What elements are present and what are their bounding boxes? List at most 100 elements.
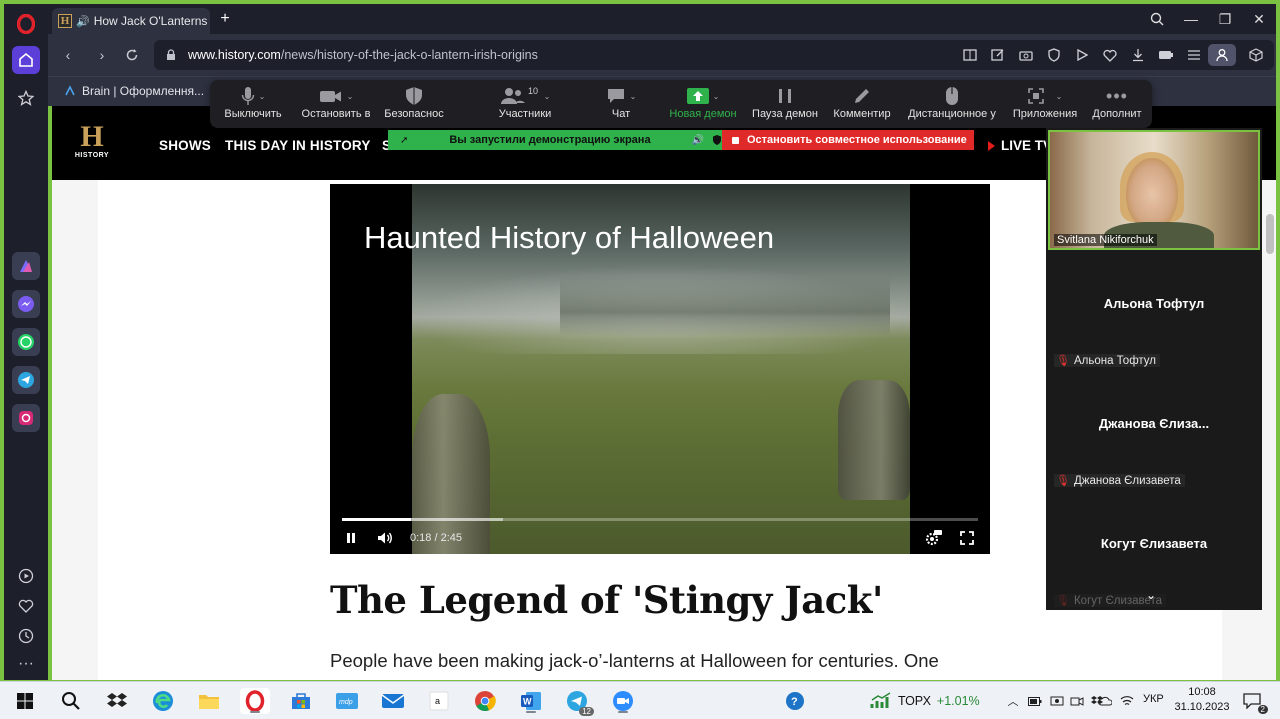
bookmark-item[interactable]: Brain | Оформлення...: [64, 84, 204, 98]
restore-icon[interactable]: ❐: [1208, 4, 1242, 34]
stop-video-button[interactable]: ⌄ Остановить в: [298, 84, 374, 126]
browser-tab[interactable]: H 🔊 How Jack O'Lanterns: [52, 8, 210, 34]
more-button[interactable]: ••• Дополнит: [1086, 84, 1148, 126]
language-indicator[interactable]: УКР: [1143, 693, 1164, 705]
new-tab-icon[interactable]: +: [216, 10, 234, 28]
system-clock[interactable]: 10:08 31.10.2023: [1174, 685, 1230, 715]
participant-video-tile[interactable]: Svitlana Nikiforchuk: [1048, 130, 1260, 250]
windows-start-icon[interactable]: [12, 688, 38, 714]
dropbox-icon[interactable]: [104, 688, 130, 714]
search-icon[interactable]: [58, 688, 84, 714]
annotate-button[interactable]: Комментир: [830, 84, 894, 126]
stock-widget[interactable]: ТОРХ +1.01%: [870, 692, 980, 710]
caret-down-icon[interactable]: ⌄: [713, 92, 720, 101]
telegram-icon[interactable]: [12, 366, 40, 394]
forward-icon[interactable]: ›: [92, 45, 112, 65]
amazon-icon[interactable]: a: [426, 688, 452, 714]
audio-share-icon[interactable]: 🔊: [692, 135, 704, 146]
screen-sharing-banner[interactable]: ➚ Вы запустили демонстрацию экрана 🔊: [388, 130, 722, 150]
more-dots-icon[interactable]: ···: [12, 650, 40, 678]
easy-setup-icon[interactable]: [1180, 44, 1208, 66]
play-icon[interactable]: [1068, 44, 1096, 66]
close-icon[interactable]: ✕: [1242, 4, 1276, 34]
opera-taskbar-icon[interactable]: [240, 688, 270, 714]
volume-icon[interactable]: [376, 529, 394, 547]
participant-tile[interactable]: Альона Тофтул 🎙 Альона Тофтул: [1048, 252, 1260, 368]
chrome-icon[interactable]: [472, 688, 498, 714]
caret-down-icon[interactable]: ⌄: [347, 92, 354, 101]
back-icon[interactable]: ‹: [58, 45, 78, 65]
opera-logo-icon[interactable]: [12, 10, 40, 38]
heart-icon[interactable]: [12, 592, 40, 620]
fullscreen-icon[interactable]: [958, 529, 976, 547]
speaker-icon[interactable]: 🔊: [76, 15, 90, 28]
camera-tray-icon[interactable]: [1070, 694, 1084, 708]
home-icon[interactable]: [12, 46, 40, 74]
nav-shows[interactable]: SHOWS: [159, 138, 211, 153]
stop-share-button[interactable]: Остановить совместное использование: [722, 130, 974, 150]
live-tv-link[interactable]: LIVE TV: [988, 138, 1052, 153]
pause-share-button[interactable]: Пауза демон: [750, 84, 820, 126]
zoom-icon[interactable]: [610, 688, 636, 714]
chart-up-icon: [870, 692, 891, 708]
whatsapp-icon[interactable]: [12, 328, 40, 356]
help-icon[interactable]: ?: [782, 688, 808, 714]
camera-icon[interactable]: [1012, 44, 1040, 66]
participant-display-name: Когут Єлизавета: [1100, 536, 1208, 551]
video-controls: 0:18 / 2:45: [330, 526, 990, 550]
mail-icon[interactable]: [380, 688, 406, 714]
apps-button[interactable]: ⌄ Приложения: [1008, 84, 1082, 126]
video-progress-bar[interactable]: [342, 518, 978, 521]
participants-button[interactable]: ⌄ Участники 10: [482, 84, 568, 126]
bookmark-heart-icon[interactable]: [1096, 44, 1124, 66]
word-icon[interactable]: W: [518, 688, 544, 714]
reload-icon[interactable]: [122, 45, 142, 65]
profile-icon[interactable]: [1208, 44, 1236, 66]
mute-button[interactable]: ⌄ Выключить: [220, 84, 286, 126]
caret-down-icon[interactable]: ⌄: [544, 92, 551, 101]
edge-icon[interactable]: [150, 688, 176, 714]
nav-this-day[interactable]: THIS DAY IN HISTORY: [225, 138, 371, 153]
address-bar[interactable]: www.history.com/news/history-of-the-jack…: [154, 40, 1274, 70]
new-share-button[interactable]: ⌄ Новая демон: [666, 84, 740, 126]
caret-down-icon[interactable]: ⌄: [1056, 92, 1063, 101]
download-icon[interactable]: [1124, 44, 1152, 66]
messenger-icon[interactable]: [12, 290, 40, 318]
pause-icon[interactable]: [342, 529, 360, 547]
security-shield-icon[interactable]: [712, 134, 722, 146]
scroll-down-chevron-icon[interactable]: ⌄: [1146, 588, 1156, 602]
notifications-icon[interactable]: 2: [1242, 693, 1268, 714]
battery-icon[interactable]: [1152, 44, 1180, 66]
reader-icon[interactable]: [956, 44, 984, 66]
settings-gear-hd-icon[interactable]: [924, 529, 942, 547]
edit-icon[interactable]: [984, 44, 1012, 66]
history-icon[interactable]: [12, 622, 40, 650]
search-tabs-icon[interactable]: [1140, 4, 1174, 34]
meet-now-icon[interactable]: [1050, 694, 1064, 708]
remote-control-button[interactable]: Дистанционное у: [904, 84, 1000, 126]
vpn-shield-icon[interactable]: [1040, 44, 1068, 66]
page-scrollbar[interactable]: [1266, 214, 1274, 254]
onedrive-icon[interactable]: [1098, 694, 1112, 708]
history-logo[interactable]: H HISTORY: [74, 122, 110, 166]
caret-down-icon[interactable]: ⌄: [259, 92, 266, 101]
star-icon[interactable]: [12, 84, 40, 112]
participant-tile[interactable]: Джанова Єлиза... 🎙 Джанова Єлизавета: [1048, 372, 1260, 488]
player-icon[interactable]: [12, 562, 40, 590]
security-button[interactable]: Безопаснос: [382, 84, 446, 126]
caret-down-icon[interactable]: ⌄: [630, 92, 637, 101]
aria-icon[interactable]: [12, 252, 40, 280]
ms-store-icon[interactable]: [288, 688, 314, 714]
battery-tray-icon[interactable]: [1028, 694, 1042, 708]
instagram-icon[interactable]: [12, 404, 40, 432]
mydp-icon[interactable]: mdp: [334, 688, 360, 714]
logo-text: HISTORY: [74, 152, 110, 159]
wifi-icon[interactable]: [1120, 694, 1134, 708]
chevron-up-icon[interactable]: ︿: [1006, 694, 1020, 708]
telegram-taskbar-icon[interactable]: 12: [564, 688, 594, 716]
video-player[interactable]: Haunted History of Halloween 0:18 / 2:45: [330, 184, 990, 554]
chat-button[interactable]: ⌄ Чат: [590, 84, 652, 126]
minimize-icon[interactable]: —: [1174, 4, 1208, 34]
file-explorer-icon[interactable]: [196, 688, 222, 714]
extensions-cube-icon[interactable]: [1242, 44, 1270, 66]
